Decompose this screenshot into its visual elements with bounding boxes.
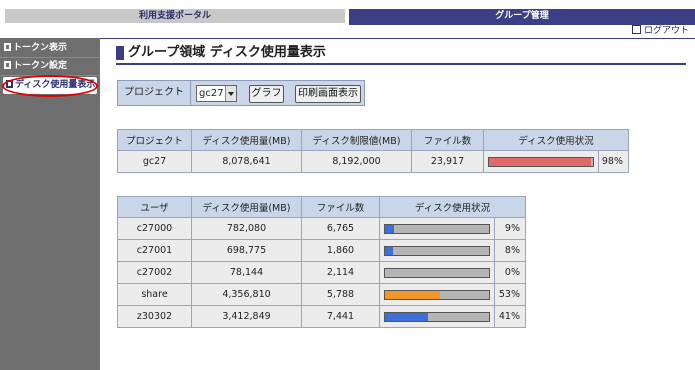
usage-bar-fill [385,224,395,233]
cell-user: share [117,283,192,306]
logout-icon [631,25,641,34]
cell-percent: 98% [598,150,629,173]
cell-usage: 782,080 [191,217,302,240]
sidebar-item-token-view[interactable]: トークン表示 [0,40,100,57]
sidebar-item-label: トークン設定 [13,61,68,71]
cell-percent: 53% [494,283,526,306]
cell-usage: 3,412,849 [191,305,302,328]
cell-usage-bar [379,305,495,328]
usage-bar-fill [385,246,394,255]
usage-bar [384,289,490,300]
cell-percent: 8% [494,239,526,262]
project-selector-bar: プロジェクト gc27 グラフ 印刷画面表示 [117,80,365,106]
highlight-ring [2,75,98,97]
menu-bullet-icon [4,61,11,69]
project-usage-table: プロジェクト ディスク使用量(MB) ディスク制限値(MB) ファイル数 ディス… [117,129,629,173]
table-row: gc27 8,078,641 8,192,000 23,917 98% [117,150,629,173]
cell-user: c27000 [117,217,192,240]
logout-link[interactable]: ログアウト [631,25,689,38]
col-header-project: プロジェクト [117,129,192,151]
table-header-row: ユーザ ディスク使用量(MB) ファイル数 ディスク使用状況 [117,196,526,218]
title-marker [116,46,124,60]
usage-bar [384,311,490,322]
cell-project: gc27 [117,150,192,173]
table-header-row: プロジェクト ディスク使用量(MB) ディスク制限値(MB) ファイル数 ディス… [117,129,629,151]
col-header-files: ファイル数 [301,196,380,218]
user-usage-table: ユーザ ディスク使用量(MB) ファイル数 ディスク使用状況 c27000 78… [117,196,526,328]
usage-bar-fill [385,312,428,321]
cell-files: 1,860 [301,239,380,262]
col-header-usage-status: ディスク使用状況 [483,129,629,151]
cell-percent: 0% [494,261,526,284]
cell-percent: 9% [494,217,526,240]
usage-bar [384,223,490,234]
print-view-button[interactable]: 印刷画面表示 [295,85,361,103]
cell-usage: 78,144 [191,261,302,284]
col-header-usage-status: ディスク使用状況 [379,196,526,218]
cell-usage-bar [379,283,495,306]
page-title: グループ領域 ディスク使用量表示 [128,45,326,60]
cell-files: 6,765 [301,217,380,240]
cell-files: 5,788 [301,283,380,306]
cell-user: z30302 [117,305,192,328]
table-row: c27000 782,080 6,765 9% [117,217,526,240]
header-divider [100,38,695,39]
cell-usage-bar [379,261,495,284]
usage-bar-fill [385,290,441,299]
col-header-usage: ディスク使用量(MB) [191,196,302,218]
tab-group-management[interactable]: グループ管理 [349,9,695,25]
cell-usage-bar [379,217,495,240]
cell-usage-bar [379,239,495,262]
table-row: z30302 3,412,849 7,441 41% [117,305,526,328]
table-row: share 4,356,810 5,788 53% [117,283,526,306]
menu-bullet-icon [4,43,11,51]
graph-button[interactable]: グラフ [249,85,284,103]
cell-percent: 41% [494,305,526,328]
col-header-limit: ディスク制限値(MB) [301,129,412,151]
usage-bar [384,267,490,278]
logout-label: ログアウト [643,26,689,36]
table-row: c27001 698,775 1,860 8% [117,239,526,262]
cell-limit: 8,192,000 [301,150,412,173]
cell-files: 7,441 [301,305,380,328]
usage-bar [384,245,490,256]
chevron-down-icon[interactable] [225,86,236,101]
top-tab-bar: 利用支援ポータル グループ管理 [0,0,695,25]
cell-user: c27002 [117,261,192,284]
cell-files: 23,917 [411,150,484,173]
sidebar-item-token-settings[interactable]: トークン設定 [0,58,100,75]
tab-support-portal[interactable]: 利用支援ポータル [5,9,345,23]
col-header-user: ユーザ [117,196,192,218]
cell-files: 2,114 [301,261,380,284]
project-select[interactable]: gc27 [196,85,237,102]
cell-usage: 8,078,641 [191,150,302,173]
title-underline [116,63,686,65]
col-header-files: ファイル数 [411,129,484,151]
sidebar-item-label: トークン表示 [13,43,68,53]
usage-bar [488,156,594,167]
cell-user: c27001 [117,239,192,262]
col-header-usage: ディスク使用量(MB) [191,129,302,151]
cell-usage: 4,356,810 [191,283,302,306]
project-label: プロジェクト [118,81,191,105]
cell-usage-bar [483,150,599,173]
usage-bar-fill [489,157,591,166]
project-select-value: gc27 [199,88,224,99]
table-row: c27002 78,144 2,114 0% [117,261,526,284]
cell-usage: 698,775 [191,239,302,262]
